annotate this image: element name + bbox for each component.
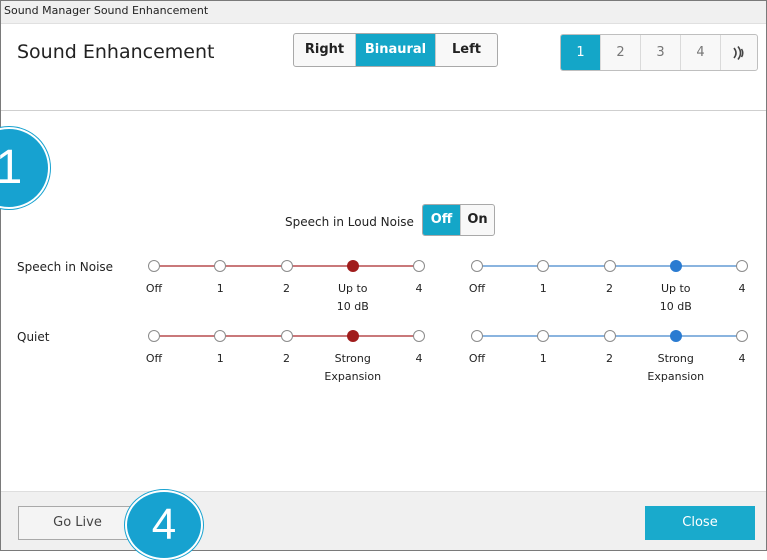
slider-stop[interactable] — [214, 260, 227, 272]
side-left-button[interactable]: Left — [436, 34, 497, 66]
sound-enhancement-window: Sound Manager Sound Enhancement Sound En… — [0, 0, 767, 551]
side-binaural-button[interactable]: Binaural — [356, 34, 436, 66]
speech-in-loud-noise-toggle: Off On — [422, 204, 495, 236]
slider-stop[interactable] — [736, 330, 748, 342]
slider-thumb[interactable] — [669, 330, 682, 342]
speech-in-loud-noise-label: Speech in Loud Noise — [285, 215, 414, 229]
slider-stop[interactable] — [736, 260, 748, 272]
window-title: Sound Manager Sound Enhancement — [1, 1, 766, 24]
slider-tick-label: 4 — [738, 282, 746, 295]
slider-stop[interactable] — [413, 260, 425, 272]
row-label-speech-in-noise: Speech in Noise — [17, 260, 114, 274]
side-selector: Right Binaural Left — [293, 33, 498, 67]
slider-thumb[interactable] — [346, 260, 359, 272]
slider-stop[interactable] — [537, 330, 550, 342]
page-title: Sound Enhancement — [17, 41, 215, 63]
slider-stop[interactable] — [280, 260, 293, 272]
go-live-button[interactable]: Go Live — [18, 506, 137, 540]
program-2-button[interactable]: 2 — [601, 35, 641, 70]
speech-in-loud-noise-off[interactable]: Off — [423, 205, 460, 235]
slider-thumb[interactable] — [346, 330, 359, 342]
slider-stop[interactable] — [413, 330, 425, 342]
speech-in-noise-left-slider[interactable] — [471, 259, 748, 273]
callout-4: 4 — [125, 490, 203, 560]
slider-stop[interactable] — [148, 260, 160, 272]
row-label-quiet: Quiet — [17, 330, 50, 344]
program-selector: 1 2 3 4 — [560, 34, 758, 71]
program-4-button[interactable]: 4 — [681, 35, 721, 70]
slider-stop[interactable] — [471, 260, 483, 272]
program-3-button[interactable]: 3 — [641, 35, 681, 70]
side-right-button[interactable]: Right — [294, 34, 356, 66]
quiet-right-slider[interactable] — [148, 329, 425, 343]
slider-stop[interactable] — [214, 330, 227, 342]
slider-stop[interactable] — [148, 330, 160, 342]
slider-stop[interactable] — [537, 260, 550, 272]
slider-stop[interactable] — [280, 330, 293, 342]
slider-thumb[interactable] — [669, 260, 682, 272]
program-1-button[interactable]: 1 — [561, 35, 601, 70]
quiet-left-slider[interactable] — [471, 329, 748, 343]
close-button[interactable]: Close — [645, 506, 755, 540]
slider-stop[interactable] — [603, 330, 616, 342]
slider-tick-label: 4 — [738, 352, 746, 365]
stream-icon[interactable] — [721, 35, 757, 70]
slider-stop[interactable] — [603, 260, 616, 272]
speech-in-loud-noise-on[interactable]: On — [460, 205, 494, 235]
speech-in-noise-right-slider[interactable] — [148, 259, 425, 273]
slider-stop[interactable] — [471, 330, 483, 342]
